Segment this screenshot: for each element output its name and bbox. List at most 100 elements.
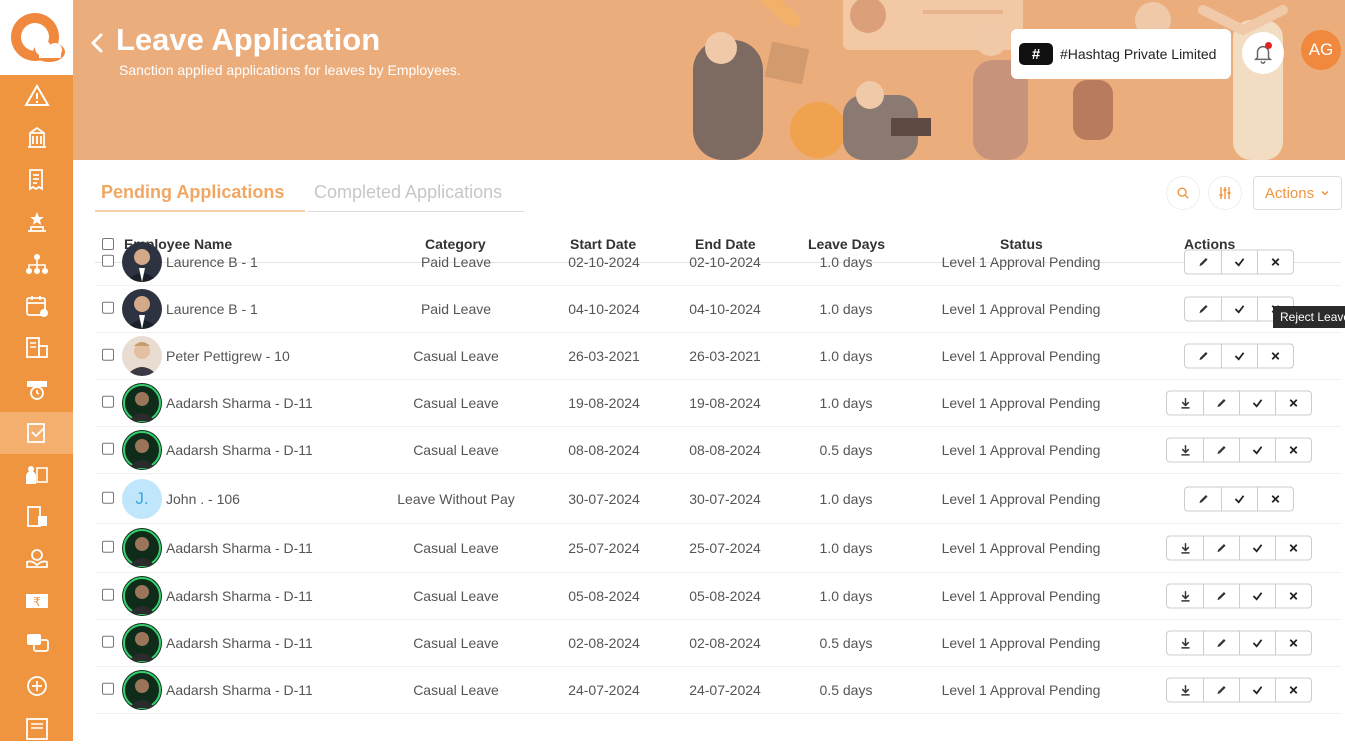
download-icon <box>1180 591 1190 602</box>
reject-button[interactable] <box>1257 344 1293 368</box>
employee-name[interactable]: Peter Pettigrew - 10 <box>166 348 290 364</box>
employee-name[interactable]: Aadarsh Sharma - D-11 <box>166 395 313 411</box>
edit-button[interactable] <box>1203 438 1239 462</box>
table-row[interactable]: Peter Pettigrew - 10 Casual Leave 26-03-20… <box>95 333 1341 380</box>
sidebar-item-alert[interactable] <box>0 75 73 117</box>
row-checkbox[interactable] <box>102 682 114 695</box>
edit-button[interactable] <box>1203 631 1239 655</box>
download-button[interactable] <box>1167 537 1203 560</box>
sidebar-item-report[interactable] <box>0 327 73 369</box>
download-button[interactable] <box>1167 439 1203 462</box>
sidebar-item-expense[interactable] <box>0 454 73 496</box>
leave-category: Paid Leave <box>420 254 492 270</box>
sidebar-item-leave[interactable] <box>0 412 73 454</box>
company-selector[interactable]: # #Hashtag Private Limited <box>1011 29 1231 79</box>
row-checkbox[interactable] <box>102 588 114 601</box>
back-arrow-icon[interactable] <box>88 32 106 54</box>
reject-button[interactable] <box>1257 250 1293 274</box>
employee-name[interactable]: Laurence B - 1 <box>166 301 258 317</box>
employee-photo <box>122 430 162 470</box>
sidebar-item-documents[interactable] <box>0 496 73 538</box>
table-row[interactable]: Laurence B - 1 Paid Leave 04-10-2024 04-10-… <box>95 286 1341 333</box>
sidebar-item-helpdesk[interactable] <box>0 538 73 580</box>
edit-button[interactable] <box>1185 298 1221 321</box>
sidebar-item-award[interactable] <box>0 201 73 243</box>
row-checkbox[interactable] <box>102 635 114 648</box>
reject-button[interactable] <box>1275 438 1311 462</box>
reject-button[interactable] <box>1275 536 1311 560</box>
employee-name[interactable]: Aadarsh Sharma - D-11 <box>166 442 313 458</box>
table-row[interactable]: Aadarsh Sharma - D-11 Casual Leave 19-08-2… <box>95 380 1341 427</box>
approve-button[interactable] <box>1239 536 1275 560</box>
approve-button[interactable] <box>1239 438 1275 462</box>
sidebar-item-building[interactable] <box>0 117 73 159</box>
employee-name[interactable]: Aadarsh Sharma - D-11 <box>166 682 313 698</box>
employee-name[interactable]: Laurence B - 1 <box>166 254 258 270</box>
table-row[interactable]: Aadarsh Sharma - D-11 Casual Leave 05-08-2… <box>95 573 1341 620</box>
employee-name[interactable]: Aadarsh Sharma - D-11 <box>166 635 313 651</box>
download-icon <box>1180 543 1190 554</box>
tab-completed-applications[interactable]: Completed Applications <box>308 176 524 212</box>
notifications-button[interactable] <box>1242 32 1284 74</box>
employee-name[interactable]: Aadarsh Sharma - D-11 <box>166 540 313 556</box>
reject-button[interactable] <box>1257 487 1293 510</box>
search-button[interactable] <box>1166 176 1200 210</box>
table-row[interactable]: J. John . - 106 Leave Without Pay 30-07-202… <box>95 474 1341 524</box>
reject-button[interactable] <box>1275 631 1311 655</box>
check-icon <box>1234 305 1245 314</box>
approve-button[interactable] <box>1239 678 1275 702</box>
edit-button[interactable] <box>1185 251 1221 274</box>
employee-name[interactable]: Aadarsh Sharma - D-11 <box>166 588 313 604</box>
table-row[interactable]: Laurence B - 1 Paid Leave 02-10-2024 02-10-… <box>95 239 1341 286</box>
row-checkbox[interactable] <box>102 301 114 314</box>
edit-button[interactable] <box>1203 678 1239 702</box>
row-checkbox[interactable] <box>102 395 114 408</box>
download-button[interactable] <box>1167 632 1203 655</box>
approve-button[interactable] <box>1239 631 1275 655</box>
edit-button[interactable] <box>1203 584 1239 608</box>
approve-button[interactable] <box>1221 297 1257 321</box>
sidebar-item-clock-calendar[interactable] <box>0 369 73 411</box>
employee-name[interactable]: John . - 106 <box>166 491 240 507</box>
reject-button[interactable] <box>1275 391 1311 415</box>
edit-button[interactable] <box>1185 345 1221 368</box>
approve-button[interactable] <box>1221 487 1257 510</box>
download-button[interactable] <box>1167 585 1203 608</box>
download-button[interactable] <box>1167 679 1203 702</box>
edit-button[interactable] <box>1203 536 1239 560</box>
approve-button[interactable] <box>1221 344 1257 368</box>
approve-button[interactable] <box>1221 250 1257 274</box>
sidebar-item-receipt[interactable] <box>0 159 73 201</box>
row-checkbox[interactable] <box>102 442 114 455</box>
row-checkbox[interactable] <box>102 540 114 553</box>
row-actions <box>1166 390 1312 416</box>
table-row[interactable]: Aadarsh Sharma - D-11 Casual Leave 25-07-2… <box>95 524 1341 573</box>
employee-avatar <box>122 576 162 616</box>
row-checkbox[interactable] <box>102 348 114 361</box>
approve-button[interactable] <box>1239 584 1275 608</box>
filter-button[interactable] <box>1208 176 1242 210</box>
row-actions <box>1166 677 1312 703</box>
download-button[interactable] <box>1167 392 1203 415</box>
table-row[interactable]: Aadarsh Sharma - D-11 Casual Leave 02-08-2… <box>95 620 1341 667</box>
approve-button[interactable] <box>1239 391 1275 415</box>
sidebar-item-training[interactable] <box>0 665 73 707</box>
sidebar-item-calendar-check[interactable] <box>0 285 73 327</box>
edit-button[interactable] <box>1203 391 1239 415</box>
app-logo[interactable] <box>0 0 73 75</box>
edit-button[interactable] <box>1185 487 1221 510</box>
reject-button[interactable] <box>1275 678 1311 702</box>
row-checkbox[interactable] <box>102 254 114 267</box>
sidebar-item-org-chart[interactable] <box>0 243 73 285</box>
status-text: Level 1 Approval Pending <box>941 682 1101 698</box>
table-row[interactable]: Aadarsh Sharma - D-11 Casual Leave 24-07-2… <box>95 667 1341 714</box>
row-checkbox[interactable] <box>102 491 114 504</box>
tab-pending-applications[interactable]: Pending Applications <box>95 176 305 212</box>
user-avatar[interactable]: AG <box>1301 30 1341 70</box>
table-row[interactable]: Aadarsh Sharma - D-11 Casual Leave 08-08-2… <box>95 427 1341 474</box>
reject-button[interactable] <box>1275 584 1311 608</box>
actions-dropdown[interactable]: Actions <box>1253 176 1342 210</box>
sidebar-item-news[interactable] <box>0 707 73 749</box>
sidebar-item-payroll[interactable]: ₹ <box>0 580 73 622</box>
sidebar-item-chat[interactable] <box>0 622 73 664</box>
